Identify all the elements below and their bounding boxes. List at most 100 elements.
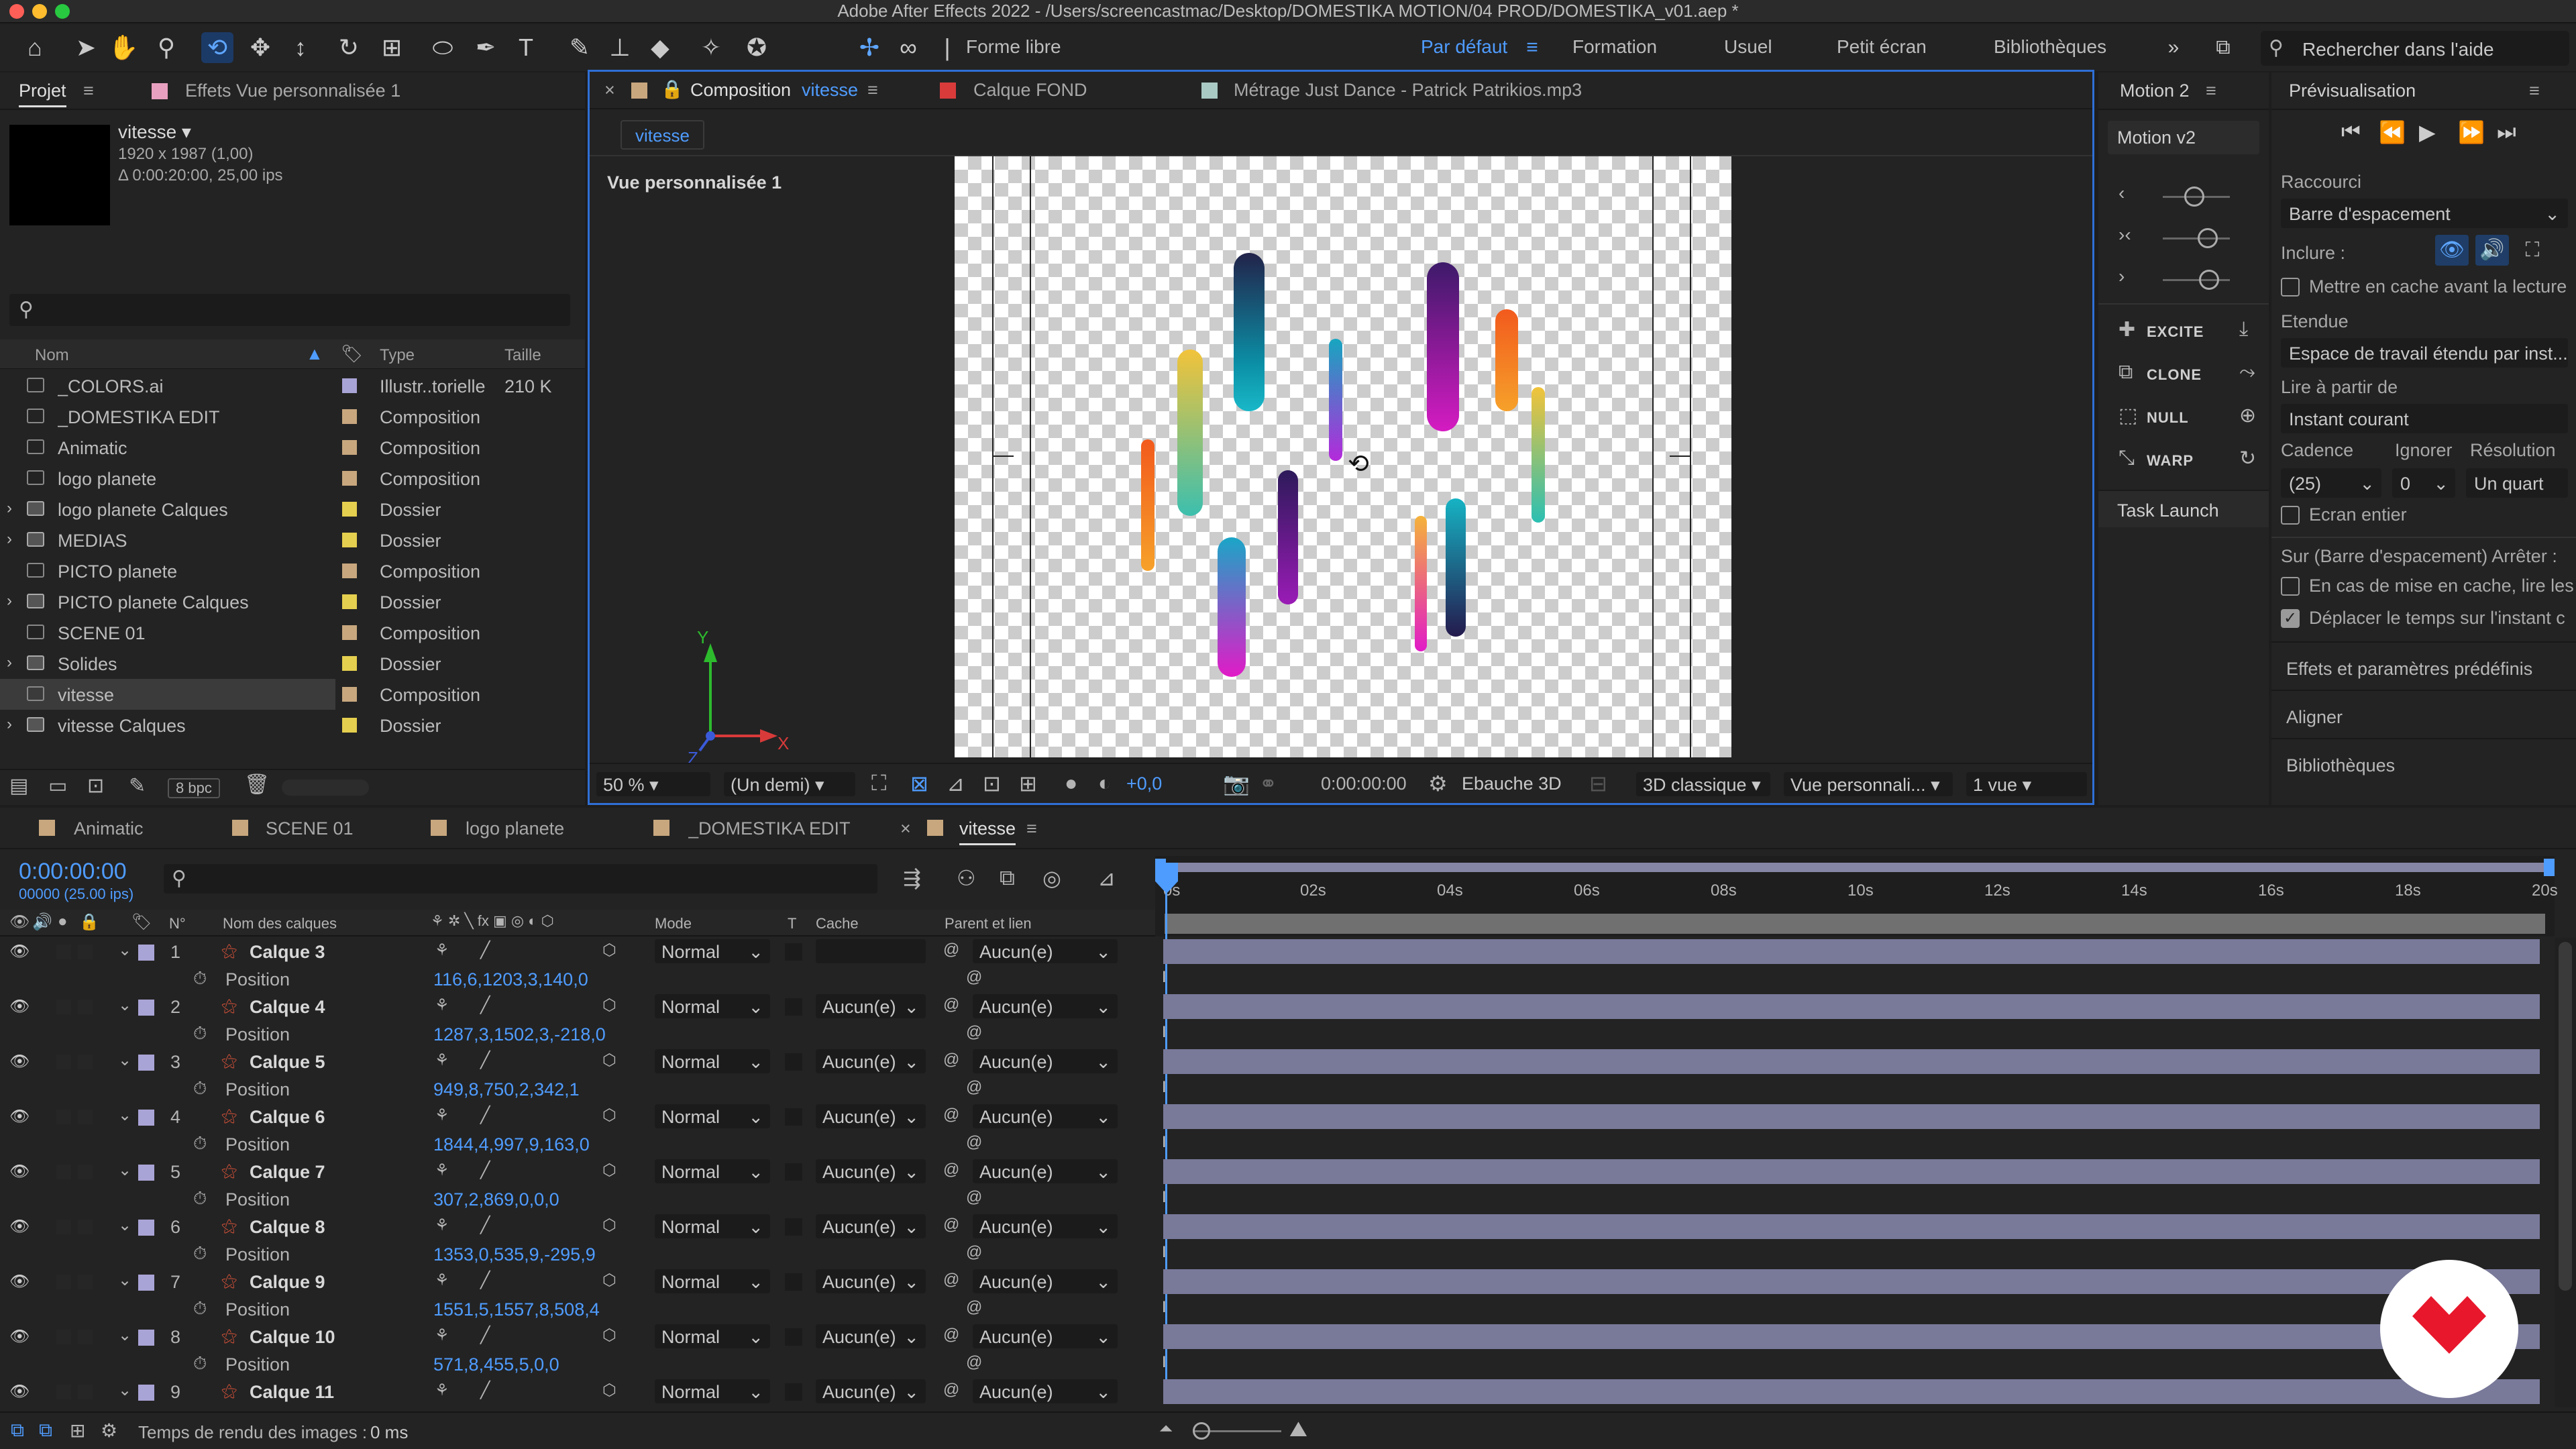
- table-row[interactable]: 👁 ⌄ 7 ⚝ Calque 9 ⚘ ╱ ⬡ Normal ⌄ Aucun(e) ⌄ @ Aucun(e)…: [0, 1268, 2555, 1323]
- 3d-layer-switch-icon[interactable]: ⬡: [602, 1216, 616, 1235]
- shy-layers-icon[interactable]: ⚇: [957, 865, 976, 891]
- draft-3d-label[interactable]: Ebauche 3D: [1462, 773, 1562, 794]
- project-item-label[interactable]: [342, 718, 357, 733]
- pick-whip-icon[interactable]: @: [943, 941, 959, 959]
- pan-camera-tool-icon[interactable]: ✥: [244, 32, 276, 63]
- position-value[interactable]: 1844,4,997,9,163,0: [433, 1134, 590, 1155]
- ellipse-tool-icon[interactable]: ⬭: [427, 32, 459, 63]
- project-item[interactable]: SCENE 01 Composition: [0, 617, 577, 648]
- gradient-pill[interactable]: [1177, 350, 1203, 516]
- shy-switch-icon[interactable]: ⚘: [435, 1216, 449, 1235]
- project-item-label[interactable]: [342, 656, 357, 671]
- solo-switch[interactable]: [56, 1000, 71, 1014]
- chevron-down-icon[interactable]: ⌄: [118, 1051, 131, 1070]
- eye-icon[interactable]: 👁: [9, 1052, 30, 1071]
- tab-motion[interactable]: Motion 2: [2120, 80, 2190, 101]
- track-matte-dropdown[interactable]: Aucun(e) ⌄: [816, 1049, 926, 1073]
- project-item[interactable]: Animatic Composition: [0, 432, 577, 463]
- project-footer-slider[interactable]: [282, 780, 369, 796]
- stopwatch-icon[interactable]: ⏱: [193, 1243, 207, 1265]
- quality-switch-icon[interactable]: ╱: [480, 1326, 490, 1345]
- chevron-down-icon[interactable]: ⌄: [118, 1271, 131, 1290]
- track-matte-dropdown[interactable]: Aucun(e) ⌄: [816, 1269, 926, 1293]
- ease-out-slider-thumb[interactable]: [2199, 270, 2219, 290]
- puppet-tool-icon[interactable]: ✪: [741, 32, 773, 63]
- layer-duration-bar[interactable]: [1163, 1104, 2540, 1129]
- current-time-display[interactable]: 0:00:00:00: [19, 859, 127, 885]
- null-alt-icon[interactable]: ⊕: [2239, 404, 2256, 427]
- help-search-input[interactable]: Rechercher dans l'aide: [2302, 39, 2494, 60]
- shy-switch-icon[interactable]: ⚘: [435, 1106, 449, 1125]
- pick-whip-icon[interactable]: @: [943, 996, 959, 1014]
- ease-both-icon[interactable]: ›‹: [2118, 224, 2131, 246]
- lock-switch[interactable]: [78, 1000, 93, 1014]
- layer-duration-bar[interactable]: [1163, 1269, 2540, 1294]
- timeline-scrollbar-thumb[interactable]: [2559, 942, 2572, 1291]
- layer-main-row[interactable]: 👁 ⌄ 9 ⚝ Calque 11 ⚘ ╱ ⬡ Normal ⌄ Aucun(e) ⌄ @ Aucun(e…: [0, 1378, 1154, 1405]
- preserve-transparency-switch[interactable]: [785, 998, 802, 1016]
- position-value[interactable]: 571,8,455,5,0,0: [433, 1354, 559, 1375]
- view-dropdown[interactable]: Vue personnali... ▾: [1784, 772, 1953, 796]
- hand-tool-icon[interactable]: ✋: [107, 32, 140, 63]
- pen-icon[interactable]: ✎: [129, 774, 146, 798]
- chevron-down-icon[interactable]: ⌄: [118, 1161, 131, 1180]
- shape-mode-icon[interactable]: |: [931, 32, 963, 63]
- libraries-panel[interactable]: Bibliothèques: [2271, 738, 2576, 785]
- track-matte-dropdown[interactable]: Aucun(e) ⌄: [816, 1104, 926, 1128]
- show-snapshot-icon[interactable]: ⚭: [1259, 771, 1277, 796]
- property-pick-whip-icon[interactable]: @: [966, 968, 982, 987]
- resolution-dropdown[interactable]: (Un demi) ▾: [724, 772, 855, 796]
- parent-dropdown[interactable]: Aucun(e) ⌄: [973, 1379, 1118, 1403]
- chevron-down-icon[interactable]: ⌄: [118, 1326, 131, 1345]
- color-depth-button[interactable]: 8 bpc: [168, 778, 220, 798]
- excite-alt-icon[interactable]: ⤓: [2239, 318, 2248, 341]
- shy-switch-icon[interactable]: ⚘: [435, 1326, 449, 1345]
- roto-brush-tool-icon[interactable]: ✧: [695, 32, 727, 63]
- ease-both-slider-thumb[interactable]: [2198, 228, 2218, 248]
- stopwatch-icon[interactable]: ⏱: [193, 1078, 207, 1099]
- 3d-layer-switch-icon[interactable]: ⬡: [602, 1326, 616, 1345]
- project-item[interactable]: › logo planete Calques Dossier: [0, 494, 577, 525]
- layer-switches-toggle-icon[interactable]: ⧉: [11, 1419, 24, 1442]
- expand-arrow-icon[interactable]: ›: [7, 715, 12, 734]
- views-layout-dropdown[interactable]: 1 vue ▾: [1966, 772, 2087, 796]
- project-item[interactable]: logo planete Composition: [0, 463, 577, 494]
- lock-icon[interactable]: 🔒: [661, 78, 684, 100]
- zoom-out-icon[interactable]: ⏶: [1159, 1418, 1173, 1440]
- sync-settings-icon[interactable]: ⧉: [2207, 32, 2239, 63]
- workspace-bibliotheques[interactable]: Bibliothèques: [1994, 36, 2106, 58]
- stopwatch-icon[interactable]: ⏱: [193, 1023, 207, 1044]
- gradient-pill[interactable]: [1495, 309, 1518, 411]
- eye-icon[interactable]: 👁: [9, 1382, 30, 1401]
- project-item-label[interactable]: [342, 440, 357, 455]
- brush-tool-icon[interactable]: ✎: [564, 32, 596, 63]
- table-row[interactable]: 👁 ⌄ 5 ⚝ Calque 7 ⚘ ╱ ⬡ Normal ⌄ Aucun(e) ⌄ @ Aucun(e)…: [0, 1158, 2555, 1213]
- layer-name[interactable]: Calque 11: [250, 1382, 334, 1403]
- tab-domestika-edit[interactable]: _DOMESTIKA EDIT: [688, 818, 851, 839]
- gradient-pill[interactable]: [1278, 470, 1298, 604]
- guides-icon[interactable]: ⊡: [983, 771, 1001, 796]
- layer-label-swatch[interactable]: [138, 1165, 154, 1181]
- blend-mode-dropdown[interactable]: Normal ⌄: [655, 1159, 770, 1183]
- motion-blur-icon[interactable]: ◎: [1042, 865, 1061, 891]
- project-item-label[interactable]: [342, 409, 357, 424]
- lock-column-icon[interactable]: 🔒: [79, 912, 99, 932]
- layer-name[interactable]: Calque 7: [250, 1162, 325, 1183]
- stopwatch-icon[interactable]: ⏱: [193, 1298, 207, 1320]
- expand-arrow-icon[interactable]: ›: [7, 499, 12, 518]
- property-pick-whip-icon[interactable]: @: [966, 1298, 982, 1317]
- layer-main-row[interactable]: 👁 ⌄ 2 ⚝ Calque 4 ⚘ ╱ ⬡ Normal ⌄ Aucun(e) ⌄ @ Aucun(e)…: [0, 993, 1154, 1020]
- quality-switch-icon[interactable]: ╱: [480, 1216, 490, 1235]
- stopwatch-icon[interactable]: ⏱: [193, 1188, 207, 1210]
- position-value[interactable]: 116,6,1203,3,140,0: [433, 969, 588, 990]
- preserve-transparency-switch[interactable]: [785, 1218, 802, 1236]
- previous-frame-icon[interactable]: ⏪: [2379, 119, 2406, 145]
- move-time-checkbox[interactable]: ✓: [2281, 609, 2300, 628]
- renderer-dropdown[interactable]: 3D classique ▾: [1636, 772, 1770, 796]
- column-name[interactable]: Nom: [35, 346, 69, 365]
- layer-duration-bar[interactable]: [1163, 994, 2540, 1019]
- stopwatch-icon[interactable]: ⏱: [193, 1133, 207, 1155]
- expand-arrow-icon[interactable]: ›: [7, 653, 12, 672]
- pick-whip-icon[interactable]: @: [943, 1106, 959, 1124]
- draft-3d-icon[interactable]: ⚙: [1428, 771, 1448, 796]
